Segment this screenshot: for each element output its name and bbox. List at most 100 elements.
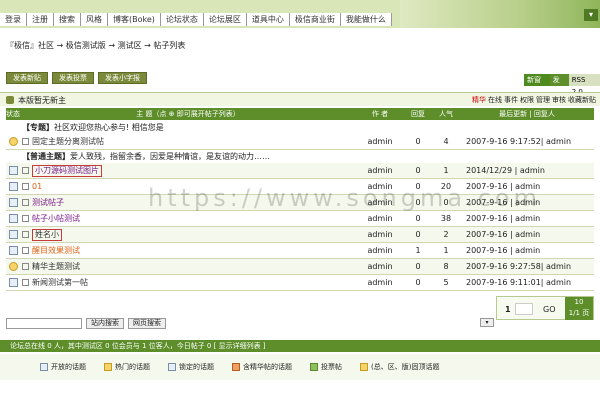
topic-link[interactable]: 精华主题测试: [32, 259, 80, 274]
expand-icon[interactable]: [22, 231, 29, 238]
forum-jump-dropdown[interactable]: ▾: [480, 318, 494, 327]
topic-status-icon: [8, 214, 18, 223]
moderator-text: 本版暂无新主: [18, 96, 66, 105]
legend-label: 锁定的话题: [179, 363, 214, 371]
legend-item: 含精华帖的话题: [232, 362, 292, 372]
filter-link[interactable]: 在线: [488, 95, 502, 105]
icon-legend: 开放的话题 热门的话题 锁定的话题 含精华帖的话题 投票帖 (总、区、版)固顶话题: [0, 354, 600, 380]
page-input[interactable]: [515, 303, 533, 315]
last-update-cell[interactable]: 2014/12/29 | admin: [460, 163, 594, 178]
replies-cell: 0: [415, 137, 421, 146]
status-cell: [6, 163, 20, 178]
nav-item[interactable]: 注册: [27, 13, 54, 26]
search-input[interactable]: [6, 318, 82, 329]
topic-status-icon: [8, 182, 18, 191]
topic-link[interactable]: 01: [32, 179, 42, 194]
views-cell: 1: [443, 166, 449, 175]
topic-status-icon: [8, 262, 18, 271]
banner-image: ▾: [400, 0, 600, 28]
nav-item[interactable]: 我能做什么: [341, 13, 392, 26]
col-replies: 回复: [411, 110, 425, 118]
nav-item[interactable]: 极信商业街: [290, 13, 341, 26]
table-row[interactable]: 醒目效果测试 admin 1 1 2007-9-16 | admin: [6, 243, 594, 259]
author-cell[interactable]: admin: [356, 227, 404, 242]
author-cell[interactable]: admin: [356, 134, 404, 149]
nav-item[interactable]: 论坛状态: [161, 13, 204, 26]
topic-link[interactable]: 小刀源码测试图片: [32, 164, 102, 177]
last-update-cell[interactable]: 2007-9-16 | admin: [460, 227, 594, 242]
filter-link[interactable]: 管理: [536, 95, 550, 105]
table-row[interactable]: 帖子小帖测试 admin 0 38 2007-9-16 | admin: [6, 211, 594, 227]
web-search-button[interactable]: 网页搜索: [128, 318, 166, 329]
expand-icon[interactable]: [22, 199, 29, 206]
filter-link[interactable]: 审核: [552, 95, 566, 105]
new-note-button[interactable]: 发表小字报: [98, 72, 147, 84]
topic-link[interactable]: 帖子小帖测试: [32, 211, 80, 226]
last-update-cell[interactable]: 2007-9-16 9:11:01| admin: [460, 275, 594, 290]
nav-item[interactable]: 搜索: [54, 13, 81, 26]
legend-item: 开放的话题: [40, 362, 86, 372]
topic-link[interactable]: 新闻测试第一帖: [32, 275, 88, 290]
section-pinned: 【专题】 社区欢迎您热心参与! 相信您是: [6, 121, 594, 134]
legend-icon: [168, 363, 176, 371]
table-row[interactable]: 新闻测试第一帖 admin 0 5 2007-9-16 9:11:01| admin: [6, 275, 594, 291]
expand-icon[interactable]: [22, 215, 29, 222]
filter-link[interactable]: 收藏新贴: [568, 95, 596, 105]
author-cell[interactable]: admin: [356, 211, 404, 226]
last-update-cell[interactable]: 2007-9-16 9:27:58| admin: [460, 259, 594, 274]
banner-toggle-icon[interactable]: ▾: [584, 9, 598, 21]
post-link[interactable]: 发帖: [549, 74, 569, 96]
nav-item[interactable]: 论坛展区: [204, 13, 247, 26]
table-row[interactable]: 姓名小 admin 0 2 2007-9-16 | admin: [6, 227, 594, 243]
legend-item: 热门的话题: [104, 362, 150, 372]
site-search-button[interactable]: 站内搜索: [86, 318, 124, 329]
new-topic-button[interactable]: 发表新贴: [6, 72, 48, 84]
expand-icon[interactable]: [22, 167, 29, 174]
legend-item: 锁定的话题: [168, 362, 214, 372]
col-status: 状态: [6, 110, 20, 118]
table-row[interactable]: 精华主题测试 admin 0 8 2007-9-16 9:27:58| admin: [6, 259, 594, 275]
table-row[interactable]: 小刀源码测试图片 admin 0 1 2014/12/29 | admin: [6, 163, 594, 179]
post-actions: 发表新贴 发表投票 发表小字报: [6, 72, 147, 84]
topic-link[interactable]: 醒目效果测试: [32, 243, 80, 258]
author-cell[interactable]: admin: [356, 243, 404, 258]
author-cell[interactable]: admin: [356, 259, 404, 274]
col-topic[interactable]: 主 题（点 ⊕ 即可展开帖子列表）: [20, 108, 356, 120]
moderator-bar: 本版暂无新主 精华 在线 事件 权限 管理 审核 收藏新贴: [0, 92, 600, 106]
new-poll-button[interactable]: 发表投票: [52, 72, 94, 84]
filter-link[interactable]: 精华: [472, 95, 486, 105]
nav-item[interactable]: 登录: [0, 13, 27, 26]
last-update-cell[interactable]: 2007-9-16 | admin: [460, 211, 594, 226]
topic-cell: 帖子小帖测试: [20, 211, 356, 226]
legend-item: (总、区、版)固顶话题: [360, 362, 439, 372]
nav-item[interactable]: 博客(Boke): [108, 13, 161, 26]
nav-item[interactable]: 道具中心: [247, 13, 290, 26]
expand-icon[interactable]: [22, 279, 29, 286]
expand-icon[interactable]: [22, 138, 29, 145]
topic-status-icon: [8, 137, 18, 146]
filter-link[interactable]: 事件: [504, 95, 518, 105]
new-window-link[interactable]: 新窗口: [524, 74, 550, 96]
last-update-cell[interactable]: 2007-9-16 9:17:52| admin: [460, 134, 594, 149]
last-update-cell[interactable]: 2007-9-16 | admin: [460, 243, 594, 258]
online-status: 论坛总在线 0 人，其中测试区 0 位会员与 1 位客人，今日帖子 0 [ 显示…: [0, 340, 600, 352]
topic-link[interactable]: 测试帖子: [32, 195, 64, 210]
col-author: 作 者: [371, 110, 389, 118]
rss-link[interactable]: RSS 2.0: [568, 74, 600, 96]
views-cell: 5: [443, 278, 449, 287]
views-cell: 8: [443, 262, 449, 271]
topic-link[interactable]: 固定主题分离测试帖: [32, 134, 104, 149]
expand-icon[interactable]: [22, 183, 29, 190]
expand-icon[interactable]: [22, 263, 29, 270]
author-cell[interactable]: admin: [356, 163, 404, 178]
replies-cell: 0: [415, 214, 421, 223]
expand-icon[interactable]: [22, 247, 29, 254]
nav-item[interactable]: 风格: [81, 13, 108, 26]
current-page[interactable]: 1: [505, 305, 511, 314]
filter-link[interactable]: 权限: [520, 95, 534, 105]
topic-link[interactable]: 姓名小: [32, 228, 62, 241]
table-row[interactable]: 固定主题分离测试帖 admin 0 4 2007-9-16 9:17:52| admin: [6, 134, 594, 150]
status-cell: [6, 275, 20, 290]
author-cell[interactable]: admin: [356, 275, 404, 290]
go-button[interactable]: GO: [543, 305, 556, 314]
